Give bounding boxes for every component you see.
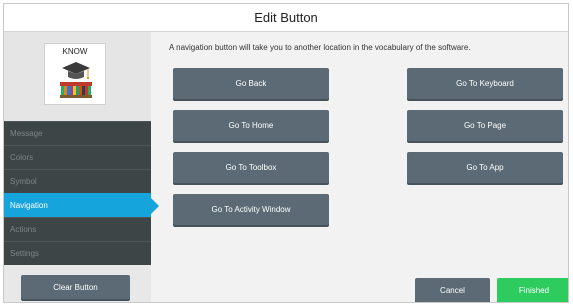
cancel-button[interactable]: Cancel — [415, 278, 490, 302]
sidebar: KNOW Message Colors Symbol Navigation Ac… — [4, 32, 159, 302]
go-to-activity-window-button[interactable]: Go To Activity Window — [173, 194, 329, 225]
button-preview-area: KNOW — [4, 32, 151, 121]
dialog-title: Edit Button — [4, 4, 568, 32]
sidebar-item-symbol[interactable]: Symbol — [4, 169, 151, 193]
sidebar-footer: Clear Button — [4, 267, 151, 302]
go-to-app-button[interactable]: Go To App — [407, 152, 563, 183]
button-preview: KNOW — [44, 43, 106, 105]
sidebar-item-message[interactable]: Message — [4, 121, 151, 145]
clear-button[interactable]: Clear Button — [21, 275, 130, 299]
go-back-button[interactable]: Go Back — [173, 68, 329, 99]
sidebar-item-navigation[interactable]: Navigation — [4, 193, 159, 217]
edit-button-dialog: Edit Button KNOW Message Colors Symbol N… — [3, 3, 569, 303]
sidebar-item-actions[interactable]: Actions — [4, 217, 151, 241]
go-to-home-button[interactable]: Go To Home — [173, 110, 329, 141]
graduation-cap-books-icon — [60, 62, 92, 98]
sidebar-item-settings[interactable]: Settings — [4, 241, 151, 265]
sidebar-menu: Message Colors Symbol Navigation Actions… — [4, 121, 159, 265]
sidebar-item-colors[interactable]: Colors — [4, 145, 151, 169]
go-to-toolbox-button[interactable]: Go To Toolbox — [173, 152, 329, 183]
go-to-keyboard-button[interactable]: Go To Keyboard — [407, 68, 563, 99]
navigation-panel: A navigation button will take you to ano… — [151, 32, 568, 302]
go-to-page-button[interactable]: Go To Page — [407, 110, 563, 141]
preview-label: KNOW — [62, 47, 88, 56]
finished-button[interactable]: Finished — [497, 278, 568, 302]
navigation-instructions: A navigation button will take you to ano… — [169, 43, 471, 52]
